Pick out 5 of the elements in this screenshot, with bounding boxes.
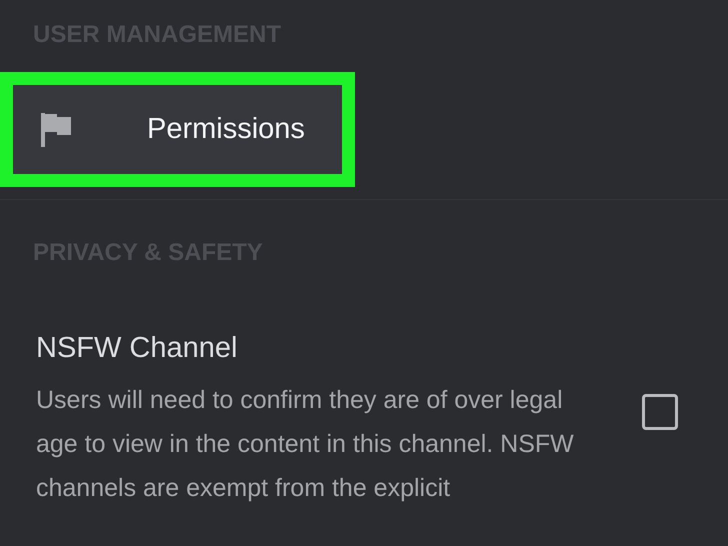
flag-icon (39, 112, 73, 148)
setting-title: NSFW Channel (36, 331, 238, 366)
setting-description: Users will need to confirm they are of over legal age to view in the content in this channel. NSFW channels are exempt from the explicit (36, 385, 575, 504)
checkbox[interactable] (642, 394, 678, 430)
permissions-item[interactable]: Permissions (13, 85, 342, 174)
